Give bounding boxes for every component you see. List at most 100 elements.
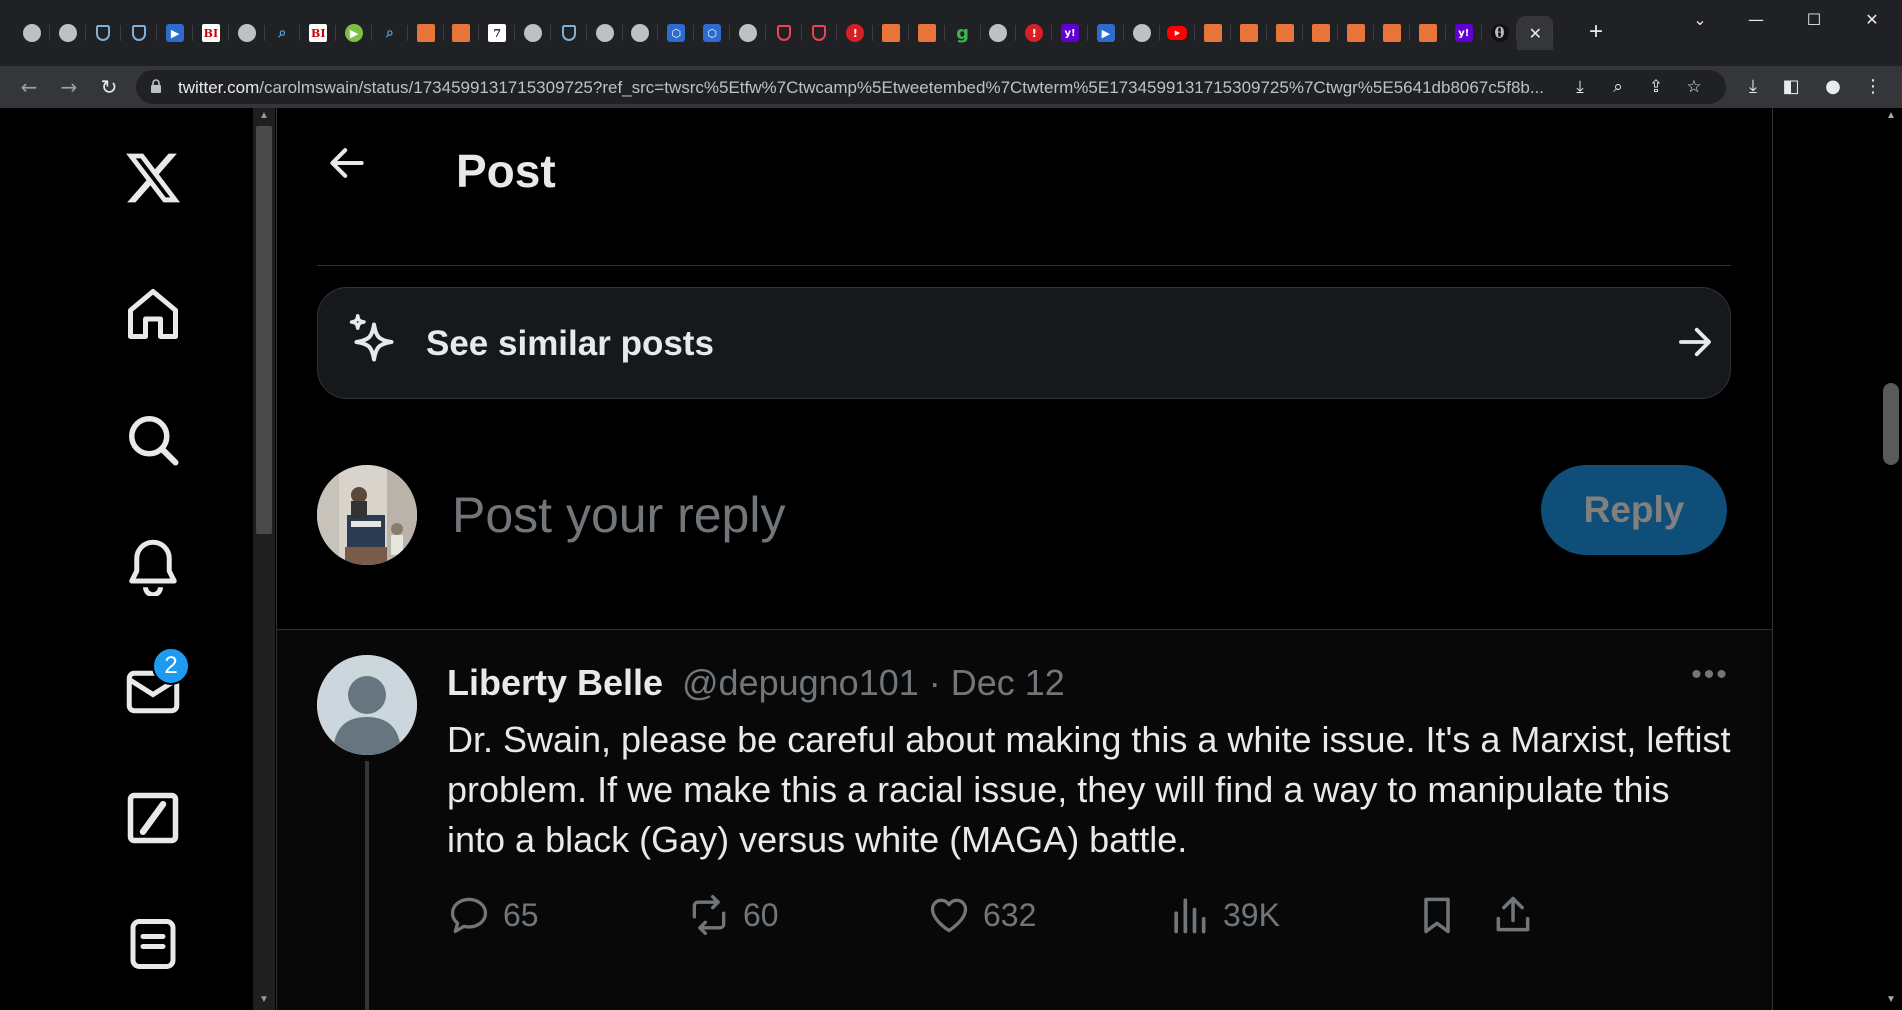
share-icon[interactable]: ⇪ <box>1642 73 1670 101</box>
nav-lists[interactable] <box>113 904 193 984</box>
tab[interactable] <box>121 16 157 50</box>
see-similar-posts-button[interactable]: See similar posts <box>317 287 1731 399</box>
tab[interactable]: ▶ <box>157 16 193 50</box>
zoom-icon[interactable]: ⌕ <box>1604 73 1632 101</box>
more-options-icon[interactable]: ••• <box>1685 660 1735 695</box>
forward-arrow-icon[interactable]: → <box>54 72 84 102</box>
close-icon[interactable]: ✕ <box>1526 24 1544 43</box>
tab[interactable] <box>515 16 551 50</box>
tab[interactable] <box>1195 16 1231 50</box>
url-text[interactable]: twitter.com/carolmswain/status/173459913… <box>178 78 1578 98</box>
nav-grok[interactable] <box>113 778 193 858</box>
tab[interactable] <box>1231 16 1267 50</box>
like-action[interactable]: 632 <box>927 890 1036 940</box>
reload-icon[interactable]: ↻ <box>94 72 124 102</box>
tab-active[interactable]: ✕ <box>1517 16 1554 50</box>
tab[interactable] <box>14 16 50 50</box>
right-scrollbar[interactable]: ▲ ▼ <box>1880 108 1902 1010</box>
tab[interactable]: ! <box>1016 16 1052 50</box>
x-logo[interactable] <box>113 138 193 218</box>
tab[interactable] <box>1410 16 1446 50</box>
tab[interactable] <box>1303 16 1339 50</box>
tab[interactable] <box>730 16 766 50</box>
side-panel-icon[interactable]: ◧ <box>1776 72 1806 102</box>
left-scrollbar[interactable]: ▲ ▼ <box>253 108 275 1010</box>
tab[interactable]: BI <box>193 16 229 50</box>
nav-explore[interactable] <box>113 400 193 480</box>
new-tab-button[interactable]: + <box>1582 18 1610 46</box>
nav-notifications[interactable] <box>113 526 193 606</box>
profile-icon[interactable]: ● <box>1818 72 1848 102</box>
repost-action[interactable]: 60 <box>687 890 779 940</box>
tab[interactable] <box>909 16 945 50</box>
minimize-button[interactable]: — <box>1736 6 1776 34</box>
tab[interactable] <box>551 16 587 50</box>
tab[interactable] <box>50 16 86 50</box>
maximize-button[interactable]: ☐ <box>1794 6 1834 34</box>
reply-input[interactable]: Post your reply <box>452 486 785 544</box>
scrollbar-thumb[interactable] <box>1883 383 1899 465</box>
scroll-down-arrow-icon[interactable]: ▼ <box>258 994 270 1005</box>
scroll-up-arrow-icon[interactable]: ▲ <box>1885 110 1897 121</box>
tab[interactable]: ! <box>837 16 873 50</box>
tab[interactable] <box>623 16 659 50</box>
reply-post[interactable]: Liberty Belle @depugno101 · Dec 12 ••• D… <box>277 630 1772 1010</box>
scroll-up-arrow-icon[interactable]: ▲ <box>258 110 270 121</box>
address-bar[interactable]: twitter.com/carolmswain/status/173459913… <box>136 70 1726 104</box>
tab[interactable]: ▶ <box>1160 16 1196 50</box>
tab[interactable] <box>802 16 838 50</box>
tab[interactable]: θ <box>1482 16 1518 50</box>
tab[interactable]: ⌕ <box>372 16 408 50</box>
back-button[interactable] <box>317 133 377 193</box>
tab[interactable]: ⬡ <box>694 16 730 50</box>
default-avatar[interactable] <box>317 655 417 755</box>
reply-button[interactable]: Reply <box>1541 465 1727 555</box>
tab[interactable] <box>1374 16 1410 50</box>
views-action[interactable]: 39K <box>1167 890 1280 940</box>
tab[interactable]: 7 <box>479 16 515 50</box>
install-app-icon[interactable]: ⤓ <box>1566 73 1594 101</box>
tab[interactable] <box>86 16 122 50</box>
bookmark-action[interactable] <box>1415 890 1471 940</box>
window-close-button[interactable]: ✕ <box>1852 6 1892 34</box>
page-title: Post <box>456 145 556 197</box>
tab[interactable] <box>873 16 909 50</box>
tab[interactable] <box>981 16 1017 50</box>
tab[interactable] <box>229 16 265 50</box>
theta-favicon: θ <box>1490 24 1509 42</box>
tab[interactable] <box>587 16 623 50</box>
tab-search-chevron-icon[interactable]: ⌄ <box>1680 6 1720 34</box>
tab[interactable]: BI <box>300 16 336 50</box>
globe-favicon <box>595 24 614 42</box>
bookmark-star-icon[interactable]: ☆ <box>1680 73 1708 101</box>
tab[interactable]: g <box>945 16 981 50</box>
downloads-icon[interactable]: ⤓ <box>1738 72 1768 102</box>
back-arrow-icon[interactable]: ← <box>14 72 44 102</box>
tab[interactable] <box>766 16 802 50</box>
green-g-favicon: g <box>956 22 970 44</box>
bi-favicon: BI <box>309 24 328 42</box>
tab[interactable]: ▶ <box>336 16 372 50</box>
tab[interactable] <box>408 16 444 50</box>
author-name[interactable]: Liberty Belle <box>447 662 663 704</box>
tab[interactable]: y! <box>1446 16 1482 50</box>
tab[interactable]: y! <box>1052 16 1088 50</box>
nav-home[interactable] <box>113 274 193 354</box>
pocket-favicon <box>812 25 827 41</box>
share-action[interactable] <box>1491 890 1547 940</box>
composer-avatar[interactable] <box>317 465 417 565</box>
bookmark-icon <box>1424 897 1450 934</box>
tab[interactable]: ▶ <box>1088 16 1124 50</box>
tab[interactable]: ⌕ <box>265 16 301 50</box>
tab[interactable] <box>1267 16 1303 50</box>
author-handle-date[interactable]: @depugno101 · Dec 12 <box>682 662 1065 704</box>
browser-menu-icon[interactable]: ⋮ <box>1858 72 1888 102</box>
tab[interactable]: ⬡ <box>658 16 694 50</box>
bi-favicon: BI <box>201 24 220 42</box>
scroll-down-arrow-icon[interactable]: ▼ <box>1885 994 1897 1005</box>
tab[interactable] <box>444 16 480 50</box>
scrollbar-thumb[interactable] <box>256 126 272 534</box>
reply-action[interactable]: 65 <box>447 890 539 940</box>
tab[interactable] <box>1338 16 1375 50</box>
tab[interactable] <box>1124 16 1160 50</box>
